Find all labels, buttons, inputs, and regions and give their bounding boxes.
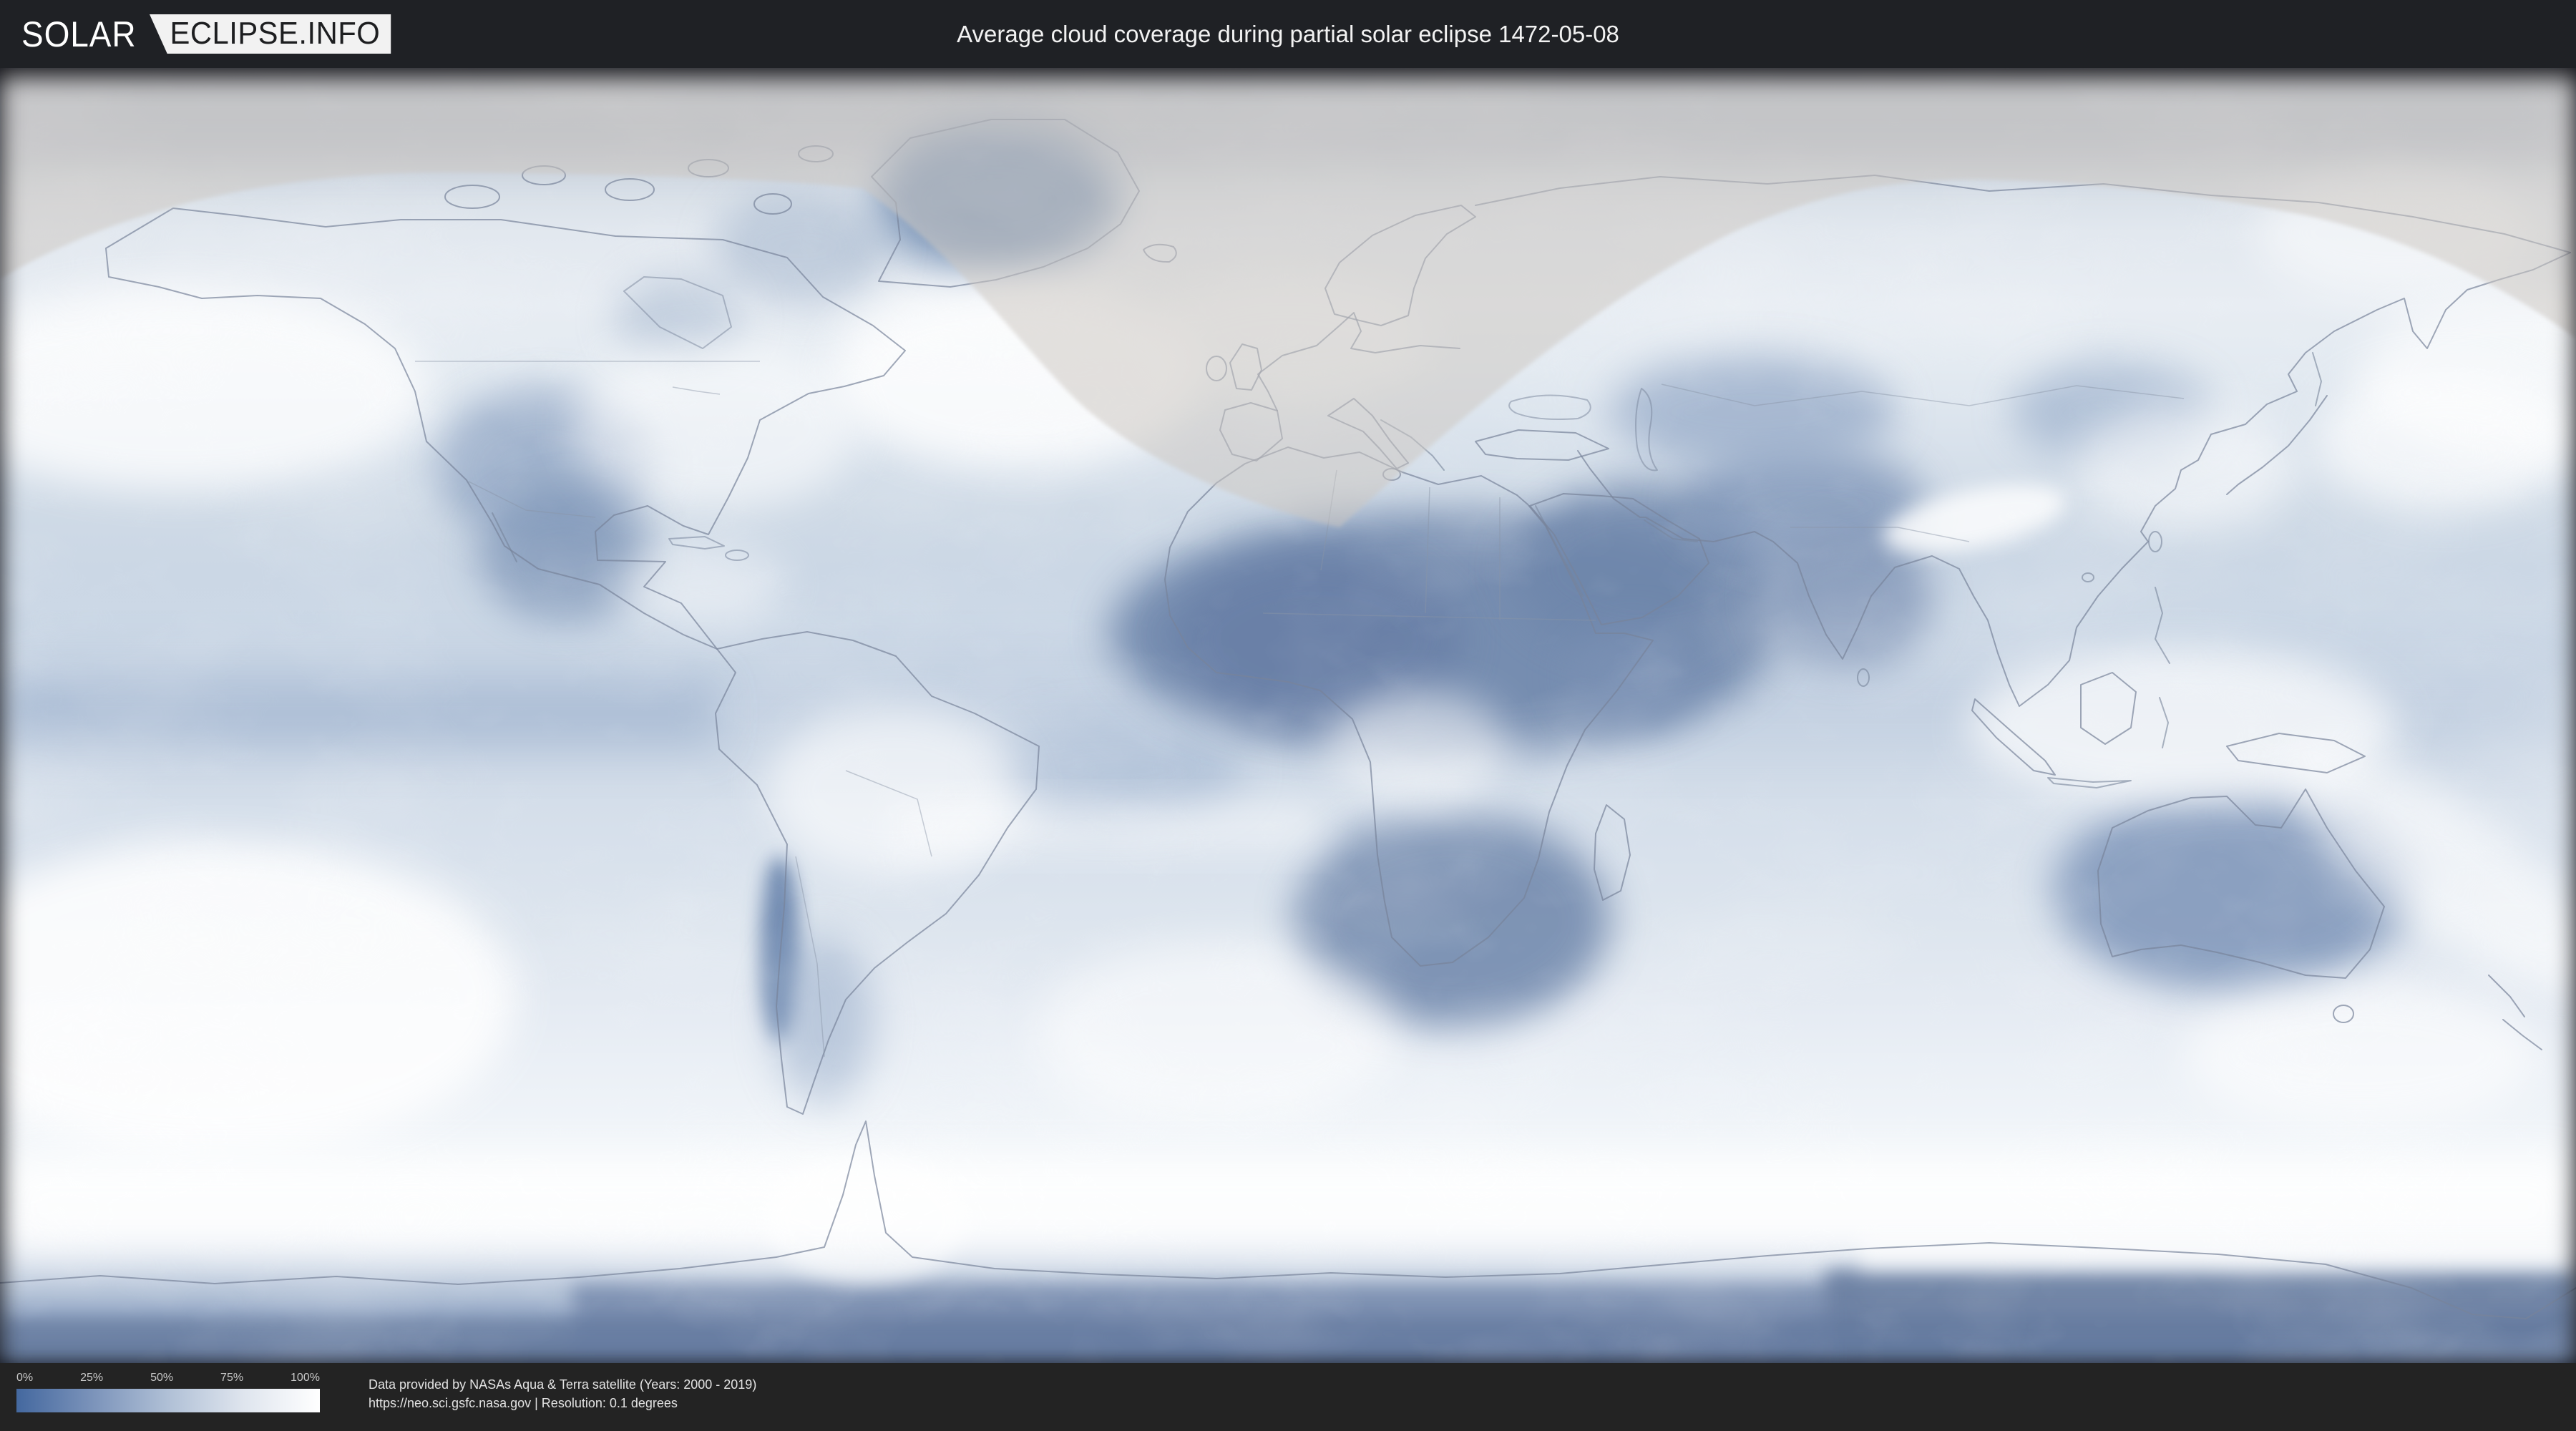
header-bar: SOLAR ECLIPSE.INFO Average cloud coverag…: [0, 0, 2576, 68]
legend-tick-75: 75%: [220, 1372, 244, 1384]
legend-tick-25: 25%: [80, 1372, 104, 1384]
legend-gradient-bar: [16, 1389, 320, 1412]
attribution-source-line: Data provided by NASAs Aqua & Terra sate…: [369, 1377, 757, 1392]
cloud-coverage-map[interactable]: [0, 68, 2576, 1363]
legend-tick-labels: 0% 25% 50% 75% 100%: [16, 1372, 320, 1384]
legend-tick-100: 100%: [291, 1372, 320, 1384]
page-title: Average cloud coverage during partial so…: [957, 20, 1619, 47]
legend-tick-0: 0%: [16, 1372, 34, 1384]
attribution-url-line: https://neo.sci.gsfc.nasa.gov | Resoluti…: [369, 1396, 678, 1410]
footer-bar: 0% 25% 50% 75% 100% Data provided by NAS…: [0, 1363, 2576, 1431]
map-artwork: [0, 68, 2576, 1363]
logo-text-eclipse-info: ECLIPSE.INFO: [149, 14, 391, 54]
logo-text-solar: SOLAR: [21, 14, 137, 54]
solar-eclipse-info-page: SOLAR ECLIPSE.INFO Average cloud coverag…: [0, 0, 2576, 1431]
legend-tick-50: 50%: [150, 1372, 174, 1384]
cloud-coverage-legend: 0% 25% 50% 75% 100%: [16, 1372, 320, 1412]
site-logo[interactable]: SOLAR ECLIPSE.INFO: [21, 14, 404, 54]
data-attribution: Data provided by NASAs Aqua & Terra sate…: [369, 1375, 756, 1412]
